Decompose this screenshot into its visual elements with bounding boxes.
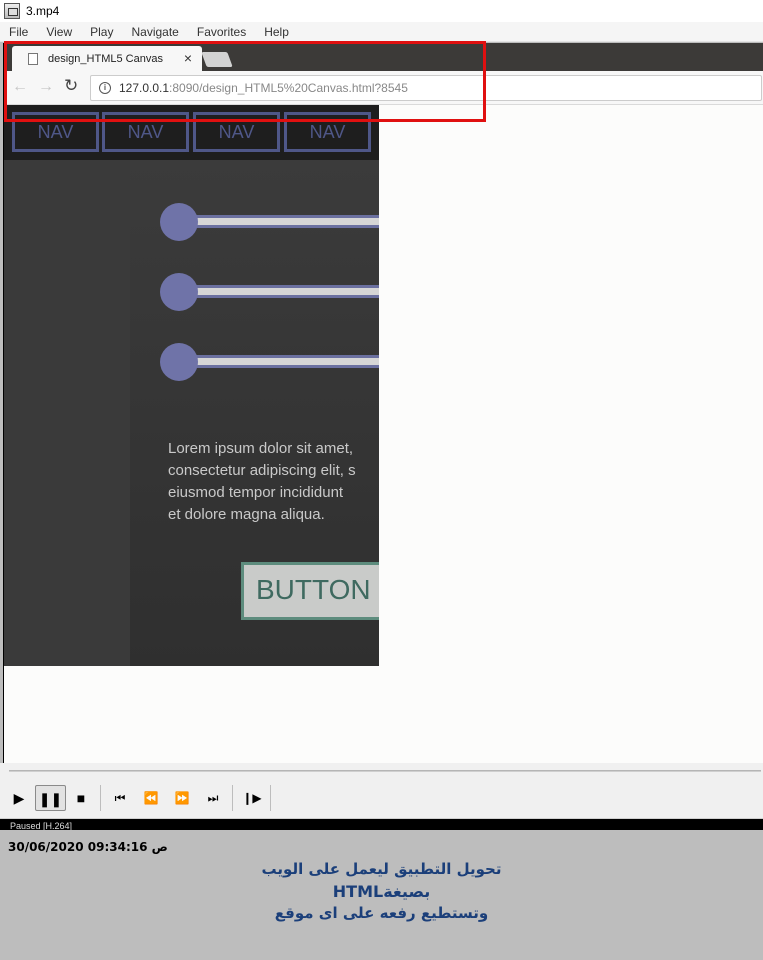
new-tab-button[interactable] [201, 52, 233, 67]
address-bar[interactable]: i 127.0.0.1:8090/design_HTML5%20Canvas.h… [90, 75, 762, 101]
rewind-icon[interactable]: ⏪ [139, 785, 163, 811]
next-icon[interactable]: ⏭ [201, 785, 225, 811]
menu-file[interactable]: File [0, 25, 37, 39]
seek-track[interactable] [9, 770, 761, 772]
nav-item-2[interactable]: NAV [102, 112, 189, 152]
browser-tab-strip: design_HTML5 Canvas × [4, 43, 763, 71]
slider-knob[interactable] [160, 273, 198, 311]
frame-step-icon[interactable]: ❙▶ [240, 785, 264, 811]
previous-icon[interactable]: ⏮ [108, 785, 132, 811]
slider-knob[interactable] [160, 203, 198, 241]
nav-item-4[interactable]: NAV [284, 112, 371, 152]
back-arrow-icon[interactable]: ← [12, 78, 28, 96]
app-button[interactable]: BUTTON [241, 562, 379, 620]
side-panel [4, 160, 130, 666]
forward-arrow-icon[interactable]: → [38, 78, 54, 96]
tab-title: design_HTML5 Canvas [48, 52, 163, 65]
slider-3[interactable] [160, 343, 379, 381]
slider-knob[interactable] [160, 343, 198, 381]
video-frame[interactable]: design_HTML5 Canvas × ← → ↻ i 127.0.0.1:… [3, 43, 763, 763]
status-bar: Paused [H.264] [0, 819, 763, 830]
nav-row: NAV NAV NAV NAV [4, 105, 379, 160]
media-player-icon [4, 3, 20, 19]
divider [232, 785, 233, 811]
seek-bar[interactable] [0, 763, 763, 777]
divider [100, 785, 101, 811]
nav-item-3[interactable]: NAV [193, 112, 280, 152]
tab-close-icon[interactable]: × [184, 50, 192, 66]
timestamp: 30/06/2020 09:34:16 ص [8, 840, 168, 854]
window-title: 3.mp4 [26, 4, 60, 18]
menu-bar: File View Play Navigate Favorites Help [0, 22, 763, 42]
slider-track [180, 355, 379, 368]
url-path: :8090/design_HTML5%20Canvas.html?8545 [169, 81, 408, 95]
menu-play[interactable]: Play [81, 25, 122, 39]
info-icon[interactable]: i [99, 82, 111, 94]
menu-navigate[interactable]: Navigate [122, 25, 187, 39]
divider [270, 785, 271, 811]
stop-icon[interactable]: ■ [70, 785, 92, 811]
caption-line-3: وتستطيع رفعه على اى موقع [274, 904, 489, 922]
caption-line-1: تحويل التطبيق ليعمل على الويب [261, 860, 502, 878]
url-text: 127.0.0.1:8090/design_HTML5%20Canvas.htm… [119, 81, 408, 95]
canvas-app: NAV NAV NAV NAV Lorem ipsum dolor sit am… [4, 105, 379, 666]
fast-forward-icon[interactable]: ⏩ [170, 785, 194, 811]
content-panel: Lorem ipsum dolor sit amet, consectetur … [130, 160, 379, 666]
slider-track [180, 215, 379, 228]
menu-help[interactable]: Help [255, 25, 298, 39]
play-icon[interactable]: ▶ [8, 785, 30, 811]
status-text: Paused [H.264] [10, 821, 73, 830]
reload-icon[interactable]: ↻ [64, 76, 78, 96]
browser-toolbar: ← → ↻ i 127.0.0.1:8090/design_HTML5%20Ca… [4, 71, 763, 105]
nav-item-1[interactable]: NAV [12, 112, 99, 152]
slider-track [180, 285, 379, 298]
caption-line-2: بصيغةHTML [332, 882, 431, 901]
lorem-text: Lorem ipsum dolor sit amet, consectetur … [168, 440, 356, 523]
pause-button[interactable]: ❚❚ [35, 785, 66, 811]
url-host: 127.0.0.1 [119, 81, 170, 95]
slider-2[interactable] [160, 273, 379, 311]
page-icon [28, 52, 38, 65]
menu-favorites[interactable]: Favorites [188, 25, 255, 39]
caption-panel: 30/06/2020 09:34:16 ص تحويل التطبيق ليعم… [0, 830, 763, 960]
slider-1[interactable] [160, 203, 379, 241]
window-titlebar: 3.mp4 [0, 0, 763, 22]
menu-view[interactable]: View [37, 25, 81, 39]
player-controls: ▶ ❚❚ ■ ⏮ ⏪ ⏩ ⏭ ❙▶ [0, 777, 763, 819]
browser-tab[interactable]: design_HTML5 Canvas × [12, 46, 202, 71]
